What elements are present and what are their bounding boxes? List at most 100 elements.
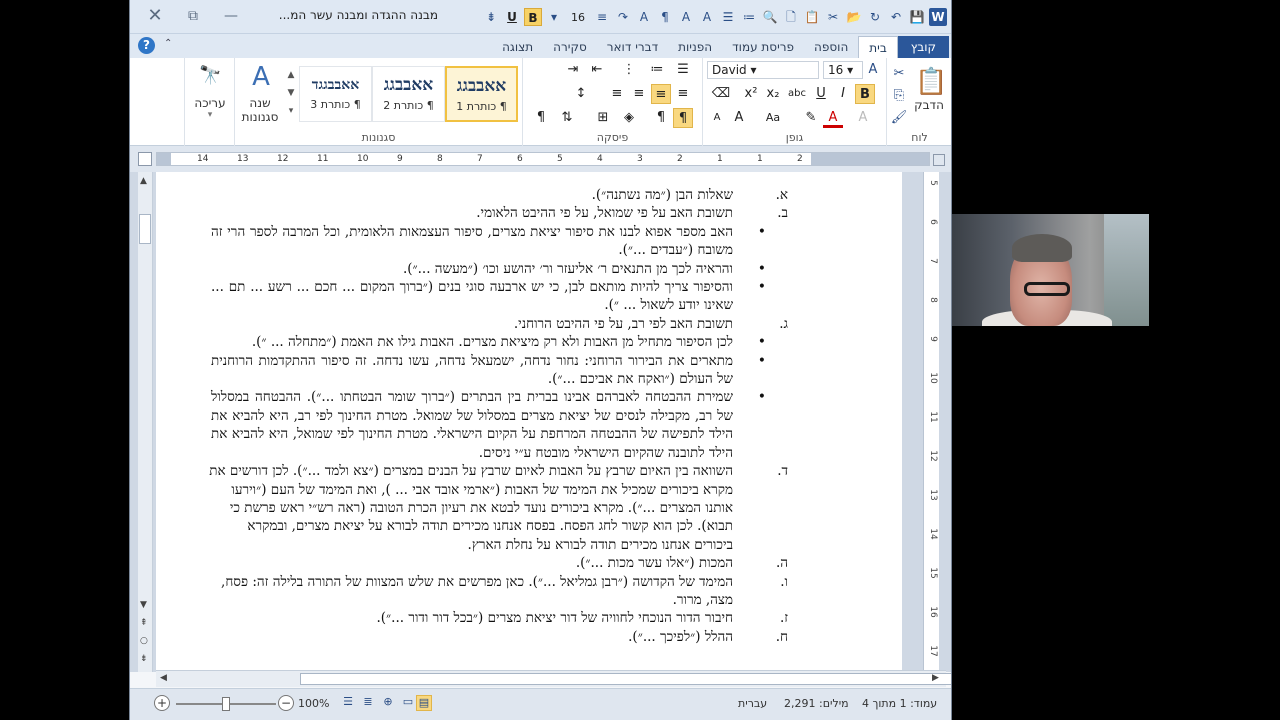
font-name-box[interactable]: David ▾ [707,61,819,79]
word-count[interactable]: מילים: 2,291 [784,697,849,710]
copy-icon[interactable]: ⎘ [889,86,909,106]
undo-icon[interactable]: ↶ [887,8,905,26]
binoculars-icon[interactable]: 🔭 [199,66,221,88]
zoom-slider-knob[interactable] [222,697,230,711]
tab-3[interactable]: פריסת עמוד [722,36,804,58]
ltr-direction-button[interactable]: ¶ [651,108,671,128]
list-item[interactable]: ג. תשובת האב לפי רב, על פי ההיבט הרוחני. [208,315,788,333]
web-layout-icon[interactable]: ⊕ [380,695,396,711]
highlight-icon[interactable]: ✎ [801,108,821,128]
print-layout-icon[interactable]: ▤ [416,695,432,711]
pilcrow-icon[interactable]: ¶ [656,8,674,26]
tab-0[interactable]: קובץ [897,36,949,58]
align-right-button[interactable]: ≡ [673,84,693,104]
grow-font-icon[interactable]: A [863,60,883,80]
paste-large-icon[interactable]: 📋 [915,64,947,100]
bullets-button[interactable]: ☰ [673,60,693,80]
underline-button[interactable]: U [811,84,831,104]
change-styles-button[interactable]: שנה סגנונות [237,96,283,124]
font-size-box[interactable]: 16 ▾ [823,61,863,79]
shrink-font-icon[interactable]: A [707,108,727,128]
redo-arrow-icon[interactable]: ↷ [614,8,632,26]
vertical-scroll-thumb[interactable] [139,214,151,244]
close-window-button[interactable]: ✕ [144,6,166,26]
superscript-button[interactable]: x² [741,84,761,104]
multilevel-list-button[interactable]: ⋮ [619,60,639,80]
vertical-scrollbar-left[interactable]: ▲ ▼ ⇞ ○ ⇟ [138,172,153,672]
rtl-direction-button[interactable]: ¶ [673,108,693,128]
tab-1[interactable]: בית [858,36,898,58]
numbering-button[interactable]: ≔ [647,60,667,80]
horizontal-scrollbar[interactable]: ◀ ▶ [156,670,951,687]
page-number[interactable]: עמוד: 1 מתוך 4 [862,697,937,710]
horizontal-scroll-thumb[interactable] [300,673,951,685]
tab-5[interactable]: דברי דואר [597,36,668,58]
text-effects-icon[interactable]: A [853,108,873,128]
open-icon[interactable]: 📂 [845,8,863,26]
grow-font-small-icon[interactable]: A [729,108,749,128]
cut-icon[interactable]: ✂ [889,64,909,84]
editing-button[interactable]: עריכה [185,96,235,110]
subscript-button[interactable]: x₂ [763,84,783,104]
bullet-paragraph[interactable]: • מתארים את הבירור הרוחני: נחור נדחה, ישמ… [208,352,788,389]
next-page-icon[interactable]: ⇟ [140,654,148,664]
outline-view-icon[interactable]: ≣ [360,695,376,711]
format-painter-icon[interactable]: 🖌 [889,108,909,128]
numbering-icon[interactable]: ≔ [740,8,758,26]
list-item[interactable]: ח. ההלל (״לפיכך ...״). [208,628,788,646]
document-content[interactable]: א. שאלות הבן (״מה נשתנה״). ב. תשובת האב על … [208,186,788,646]
dropdown-icon[interactable]: ▾ [545,8,563,26]
list-item[interactable]: ז. חיבור הדור הנוכחי לחוויה של דור יציאת … [208,609,788,627]
italic-button[interactable]: I [833,84,853,104]
print-preview-icon[interactable]: 🔍 [761,8,779,26]
zoom-in-button[interactable]: + [154,695,170,711]
zoom-out-button[interactable]: − [278,695,294,711]
borders-button[interactable]: ⊞ [593,108,613,128]
scroll-right-icon[interactable]: ▶ [932,673,939,683]
show-marks-button[interactable]: ¶ [531,108,551,128]
scroll-up-icon[interactable]: ▲ [140,176,147,186]
word-app-icon[interactable]: W [929,8,947,26]
tab-selector[interactable] [138,152,152,166]
scroll-down-icon[interactable]: ▼ [140,600,147,610]
text-effect-icon[interactable]: A [698,8,716,26]
new-document-icon[interactable]: 🗋 [782,8,800,26]
increase-indent-button[interactable]: ⇥ [563,60,583,80]
editing-dropdown-icon[interactable]: ▾ [185,110,235,120]
view-ruler-button[interactable] [933,154,945,166]
cut-icon[interactable]: ✂ [824,8,842,26]
change-styles-icon[interactable]: A [243,62,279,92]
list-item[interactable]: ד. השוואה בין האיום שרבץ על האבות לאיום ש… [208,462,788,554]
align-icon[interactable]: ≡ [593,8,611,26]
prev-page-icon[interactable]: ⇞ [140,618,148,628]
draft-view-icon[interactable]: ☰ [340,695,356,711]
bold-button[interactable]: B [855,84,875,104]
bullet-paragraph[interactable]: • האב מספר אפוא לבנו את סיפור יציאת מצרים… [208,223,788,260]
sort-button[interactable]: ⇅ [557,108,577,128]
font-color-icon[interactable]: A [823,108,843,128]
help-icon[interactable]: ? [138,37,155,54]
list-item[interactable]: ב. תשובת האב על פי שמואל, על פי ההיבט הלא… [208,204,788,222]
save-icon[interactable]: 💾 [908,8,926,26]
paste-icon[interactable]: 📋 [803,8,821,26]
clear-format-icon[interactable]: A [635,8,653,26]
bullet-paragraph[interactable]: • לכן הסיפור מתחיל מן האבות ולא רק מיציאת… [208,333,788,351]
underline-icon[interactable]: U [503,8,521,26]
horizontal-ruler[interactable]: 14 13 12 11 10 9 8 7 6 5 4 3 2 1 1 2 [156,152,930,166]
align-left-button[interactable]: ≡ [629,84,649,104]
justify-button[interactable]: ≡ [607,84,627,104]
language-indicator[interactable]: עברית [738,697,767,710]
list-item[interactable]: ה. המכות (״אלו עשר מכות ...״). [208,554,788,572]
collapse-ribbon-icon[interactable]: ⌃ [164,38,172,49]
clear-formatting-icon[interactable]: ⌫ [711,84,731,104]
style-heading-2[interactable]: אאבבגג ¶ כותרת 2 [372,66,445,122]
restore-window-button[interactable]: ⧉ [182,6,204,26]
tab-4[interactable]: הפניות [668,36,722,58]
list-item[interactable]: א. שאלות הבן (״מה נשתנה״). [208,186,788,204]
bullets-icon[interactable]: ☰ [719,8,737,26]
list-item[interactable]: ו. המימד של הקדושה (״רבן גמליאל ...״). כא… [208,573,788,610]
redo-icon[interactable]: ↻ [866,8,884,26]
bullet-paragraph[interactable]: • שמירת ההבטחה לאברהם אבינו בברית בין הבת… [208,388,788,462]
zoom-level[interactable]: 100% [298,697,329,710]
style-heading-1[interactable]: אאבבגג ¶ כותרת 1 [445,66,518,122]
